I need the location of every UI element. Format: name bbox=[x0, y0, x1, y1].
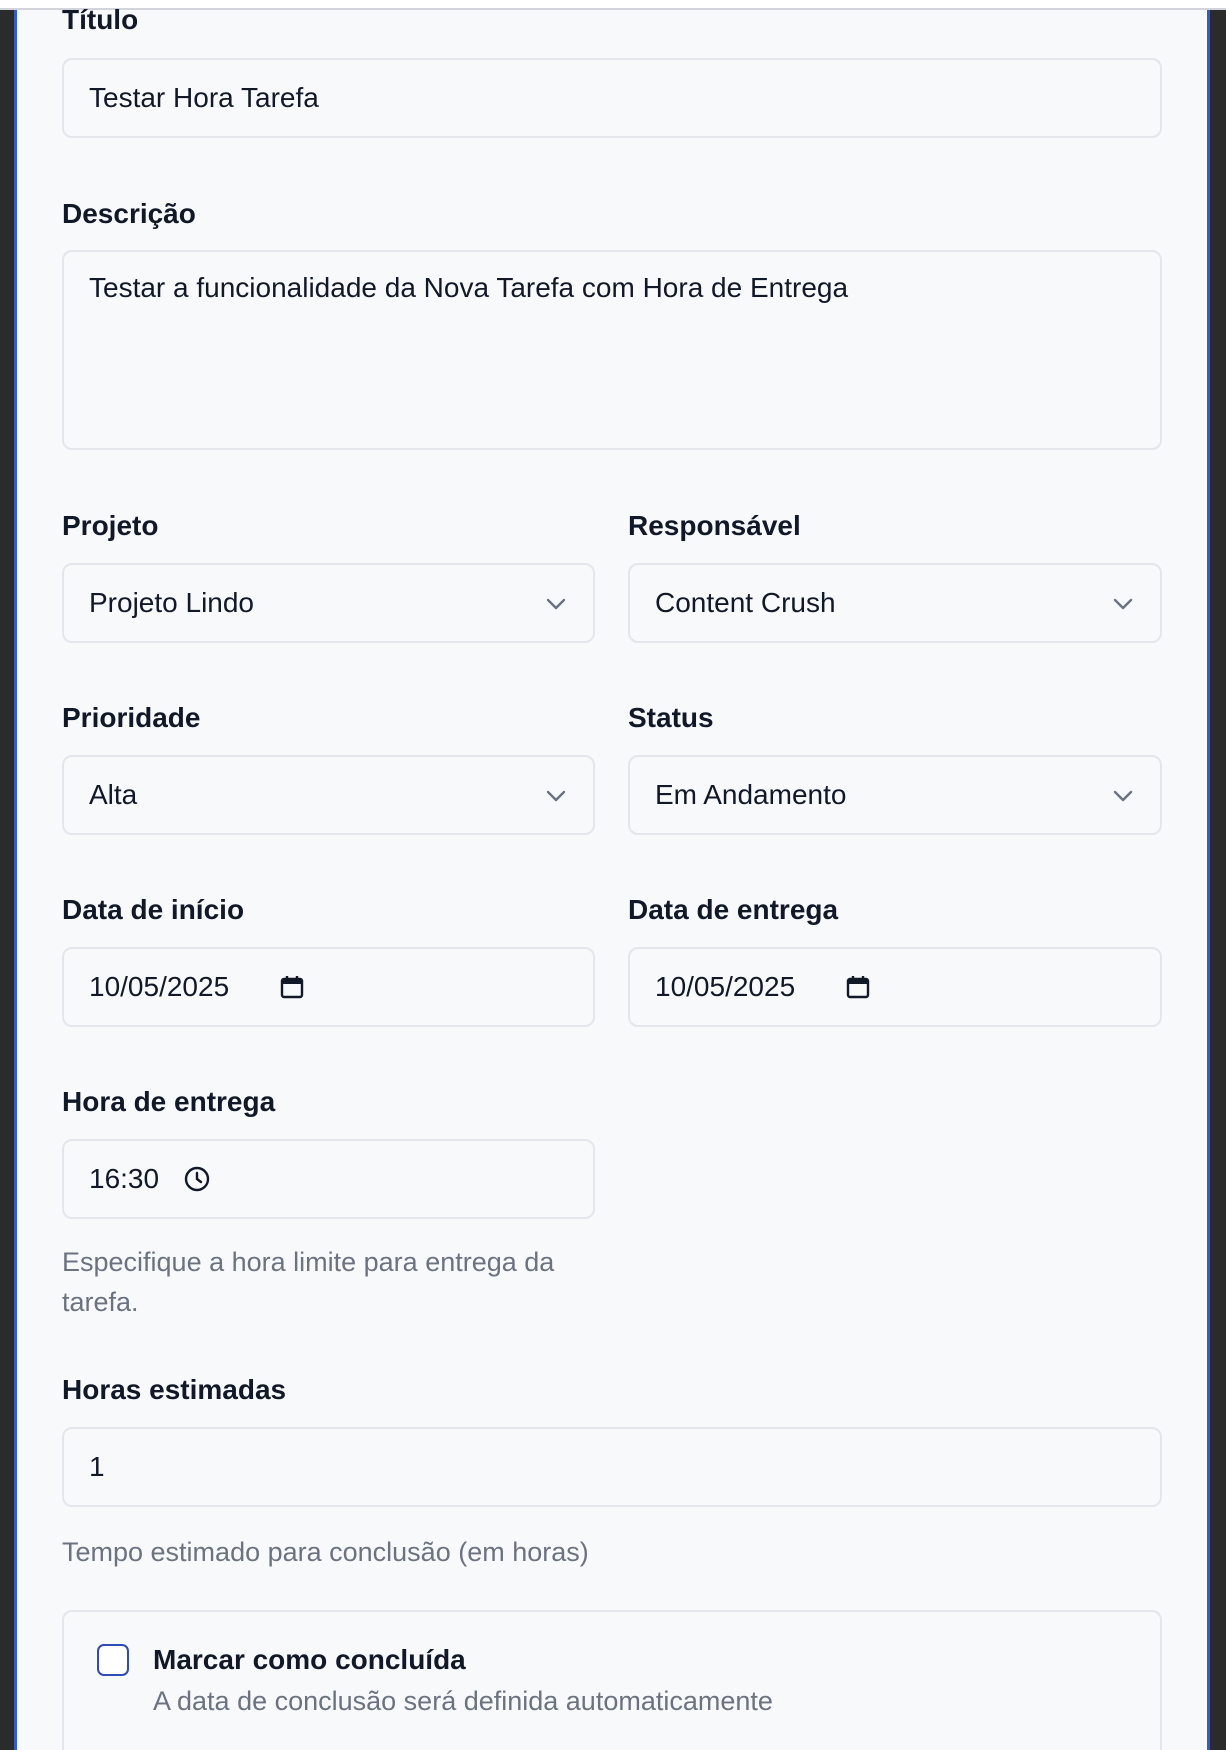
status-label: Status bbox=[628, 702, 714, 733]
due-date-input[interactable]: 10/05/2025 bbox=[628, 947, 1162, 1027]
estimated-hours-label: Horas estimadas bbox=[62, 1374, 287, 1405]
calendar-icon[interactable] bbox=[279, 974, 305, 1000]
due-date-value: 10/05/2025 bbox=[655, 971, 796, 1002]
clock-icon[interactable] bbox=[183, 1165, 211, 1193]
complete-checkbox-label[interactable]: Marcar como concluída bbox=[153, 1644, 466, 1676]
priority-select-value: Alta bbox=[89, 779, 138, 810]
status-select-value: Em Andamento bbox=[655, 779, 847, 810]
title-input[interactable]: Testar Hora Tarefa bbox=[62, 58, 1162, 138]
start-date-value: 10/05/2025 bbox=[89, 971, 230, 1002]
estimated-hours-input[interactable]: 1 bbox=[62, 1427, 1162, 1507]
status-select[interactable]: Em Andamento bbox=[628, 755, 1162, 835]
start-date-input[interactable]: 10/05/2025 bbox=[62, 947, 595, 1027]
task-form-modal: Título Testar Hora Tarefa Descrição Test… bbox=[14, 4, 1210, 1750]
start-date-label: Data de início bbox=[62, 894, 245, 925]
project-select[interactable]: Projeto Lindo bbox=[62, 563, 595, 643]
title-label: Título bbox=[62, 4, 139, 35]
estimated-hours-help: Tempo estimado para conclusão (em horas) bbox=[62, 1537, 589, 1567]
due-time-help: Especifique a hora limite para entrega d… bbox=[62, 1247, 555, 1317]
priority-label: Prioridade bbox=[62, 702, 201, 733]
due-time-label: Hora de entrega bbox=[62, 1086, 276, 1117]
due-time-value: 16:30 bbox=[89, 1163, 160, 1194]
chevron-down-icon bbox=[546, 790, 566, 802]
background-page-right bbox=[1210, 10, 1226, 1750]
assignee-select-value: Content Crush bbox=[655, 587, 836, 618]
assignee-select[interactable]: Content Crush bbox=[628, 563, 1162, 643]
calendar-icon[interactable] bbox=[845, 974, 871, 1000]
complete-checkbox-hint: A data de conclusão será definida automa… bbox=[153, 1686, 773, 1716]
due-time-input[interactable]: 16:30 bbox=[62, 1139, 595, 1219]
project-label: Projeto bbox=[62, 510, 159, 541]
complete-task-card: Marcar como concluída A data de conclusã… bbox=[62, 1610, 1162, 1750]
complete-checkbox[interactable] bbox=[97, 1644, 129, 1676]
estimated-hours-value: 1 bbox=[89, 1451, 105, 1482]
due-date-label: Data de entrega bbox=[628, 894, 839, 925]
title-input-value: Testar Hora Tarefa bbox=[89, 82, 319, 113]
description-textarea-value: Testar a funcionalidade da Nova Tarefa c… bbox=[89, 272, 849, 303]
assignee-label: Responsável bbox=[628, 510, 801, 541]
priority-select[interactable]: Alta bbox=[62, 755, 595, 835]
background-page-left bbox=[0, 10, 14, 1750]
chevron-down-icon bbox=[1113, 598, 1133, 610]
description-textarea[interactable]: Testar a funcionalidade da Nova Tarefa c… bbox=[62, 250, 1162, 450]
project-select-value: Projeto Lindo bbox=[89, 587, 255, 618]
chevron-down-icon bbox=[546, 598, 566, 610]
chevron-down-icon bbox=[1113, 790, 1133, 802]
description-label: Descrição bbox=[62, 198, 196, 229]
window-top-edge bbox=[0, 0, 1226, 10]
